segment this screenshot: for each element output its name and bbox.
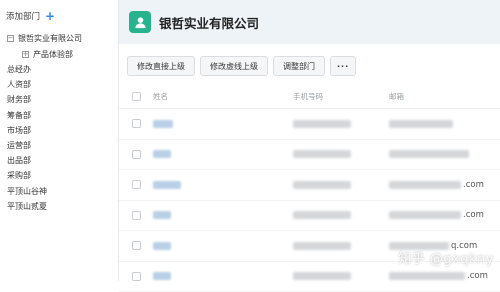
tree-item-department[interactable]: 筹备部 bbox=[0, 108, 118, 123]
name-cell bbox=[153, 150, 171, 158]
tree-item-department[interactable]: 平顶山贰夏 bbox=[0, 199, 118, 214]
tree-item-department[interactable]: 市场部 bbox=[0, 123, 118, 138]
row-checkbox[interactable] bbox=[132, 241, 141, 250]
watermark: 知乎 @gxqkny bbox=[398, 248, 494, 267]
phone-cell bbox=[293, 181, 351, 189]
main-panel: 银哲实业有限公司 修改直接上级 修改虚线上级 调整部门 ··· 姓名 手机号码 … bbox=[119, 0, 500, 281]
edit-dotted-superior-button[interactable]: 修改虚线上级 bbox=[200, 56, 268, 76]
tree-item-department[interactable]: 平顶山谷神 bbox=[0, 184, 118, 199]
column-header-name: 姓名 bbox=[153, 91, 293, 102]
tree-item-product-experience[interactable]: + 产品体验部 bbox=[0, 46, 118, 62]
adjust-department-button[interactable]: 调整部门 bbox=[273, 56, 325, 76]
email-suffix: .com bbox=[467, 271, 488, 281]
phone-cell bbox=[293, 242, 351, 250]
email-cell bbox=[389, 181, 461, 189]
org-header: 银哲实业有限公司 bbox=[119, 0, 500, 44]
edit-direct-superior-button[interactable]: 修改直接上级 bbox=[127, 56, 195, 76]
add-department-button[interactable]: 添加部门 + bbox=[6, 8, 55, 24]
department-sidebar: 添加部门 + − 银哲实业有限公司 + 产品体验部 总经办 人资部 财务部 筹备… bbox=[0, 0, 119, 281]
tree-item-department[interactable]: 总经办 bbox=[0, 62, 118, 77]
more-icon[interactable]: ··· bbox=[330, 56, 356, 76]
row-checkbox[interactable] bbox=[132, 150, 141, 159]
tree-item-department[interactable]: 采购部 bbox=[0, 168, 118, 183]
phone-cell bbox=[293, 150, 351, 158]
phone-cell bbox=[293, 272, 351, 280]
user-icon bbox=[134, 16, 147, 29]
row-checkbox[interactable] bbox=[132, 180, 141, 189]
table-row[interactable] bbox=[119, 140, 500, 171]
collapse-icon[interactable]: − bbox=[7, 35, 14, 42]
name-cell bbox=[153, 272, 171, 280]
tree-item-department[interactable]: 人资部 bbox=[0, 77, 118, 92]
table-row[interactable]: .com bbox=[119, 170, 500, 201]
table-row[interactable] bbox=[119, 109, 500, 140]
department-tree: − 银哲实业有限公司 + 产品体验部 总经办 人资部 财务部 筹备部 市场部 运… bbox=[0, 30, 118, 214]
add-department-label: 添加部门 bbox=[6, 10, 40, 22]
table-header: 姓名 手机号码 邮箱 bbox=[119, 84, 500, 109]
name-cell bbox=[153, 211, 171, 219]
tree-item-department[interactable]: 运营部 bbox=[0, 138, 118, 153]
phone-cell bbox=[293, 120, 351, 128]
tree-item-label: 产品体验部 bbox=[33, 49, 73, 60]
email-suffix: .com bbox=[463, 180, 484, 190]
email-cell bbox=[389, 211, 461, 219]
email-cell bbox=[389, 120, 453, 128]
email-suffix: .com bbox=[463, 210, 484, 220]
row-checkbox[interactable] bbox=[132, 211, 141, 220]
row-checkbox[interactable] bbox=[132, 272, 141, 281]
select-all-checkbox[interactable] bbox=[132, 92, 141, 101]
name-cell bbox=[153, 120, 173, 128]
page-title: 银哲实业有限公司 bbox=[159, 13, 259, 32]
column-header-email: 邮箱 bbox=[389, 91, 500, 102]
phone-cell bbox=[293, 211, 351, 219]
org-avatar bbox=[129, 11, 151, 33]
email-cell bbox=[389, 150, 469, 158]
row-checkbox[interactable] bbox=[132, 119, 141, 128]
tree-item-department[interactable]: 出品部 bbox=[0, 153, 118, 168]
tree-root-company[interactable]: − 银哲实业有限公司 bbox=[0, 30, 118, 46]
expand-icon[interactable]: + bbox=[22, 51, 29, 58]
table-row[interactable]: .com bbox=[119, 201, 500, 232]
name-cell bbox=[153, 181, 181, 189]
email-cell bbox=[389, 272, 465, 280]
tree-item-department[interactable]: 财务部 bbox=[0, 92, 118, 107]
tree-root-label: 银哲实业有限公司 bbox=[18, 33, 82, 44]
name-cell bbox=[153, 242, 171, 250]
column-header-phone: 手机号码 bbox=[293, 91, 389, 102]
plus-icon[interactable]: + bbox=[45, 10, 55, 22]
toolbar: 修改直接上级 修改虚线上级 调整部门 ··· bbox=[127, 56, 356, 76]
